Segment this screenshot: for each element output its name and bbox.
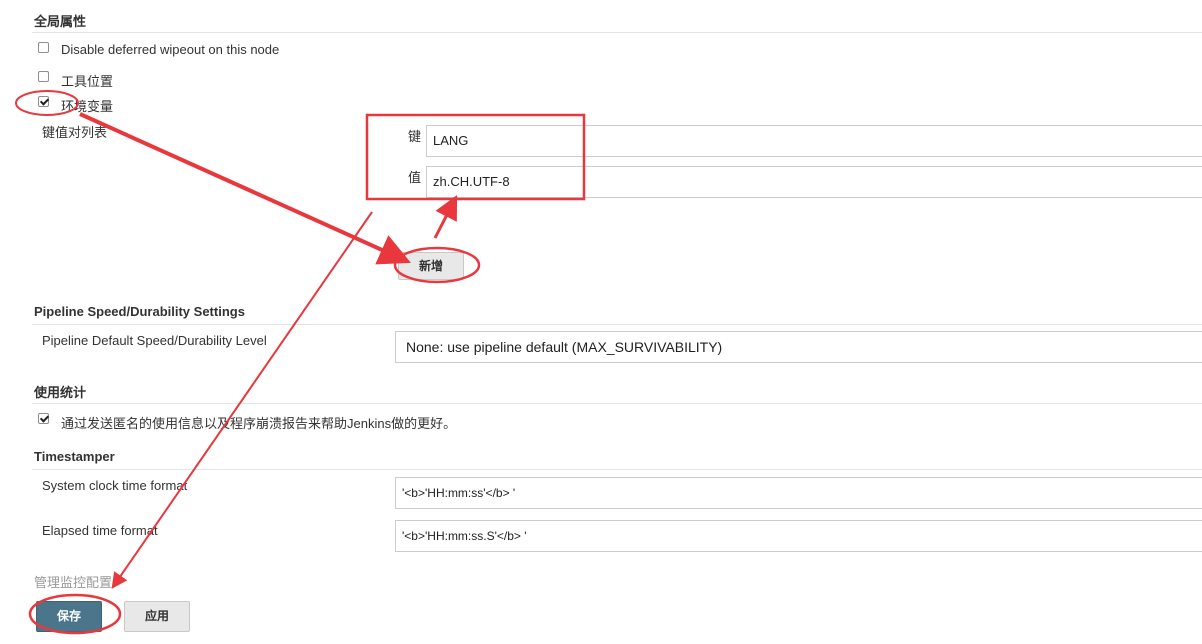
tool-location-label: 工具位置 <box>61 74 114 89</box>
section-divider <box>32 403 1202 404</box>
usage-report-checkbox[interactable] <box>38 413 49 424</box>
add-button[interactable]: 新增 <box>398 252 464 280</box>
kv-list-label: 键值对列表 <box>42 125 108 140</box>
env-vars-checkbox[interactable] <box>38 96 49 107</box>
disable-wipeout-label: Disable deferred wipeout on this node <box>61 42 280 57</box>
disable-wipeout-checkbox[interactable] <box>38 42 49 53</box>
section-title-usage: 使用统计 <box>34 385 87 400</box>
clock-format-label: System clock time format <box>42 478 188 493</box>
elapsed-format-input[interactable]: '<b>'HH:mm:ss.S'</b> ' <box>395 520 1202 552</box>
env-vars-label: 环境变量 <box>61 99 114 114</box>
section-divider <box>32 469 1202 470</box>
tool-location-checkbox[interactable] <box>38 71 49 82</box>
value-label: 值 <box>408 170 422 185</box>
durability-level-select[interactable]: None: use pipeline default (MAX_SURVIVAB… <box>395 331 1202 363</box>
annotation-arrow-to-add <box>79 112 411 265</box>
annotation-arrow-to-kv <box>433 194 458 239</box>
usage-report-label: 通过发送匿名的使用信息以及程序崩溃报告来帮助Jenkins做的更好。 <box>61 416 457 431</box>
apply-button[interactable]: 应用 <box>124 601 190 632</box>
section-title-global-properties: 全局属性 <box>34 14 87 29</box>
section-title-pipeline: Pipeline Speed/Durability Settings <box>34 304 245 319</box>
durability-level-label: Pipeline Default Speed/Durability Level <box>42 333 267 348</box>
env-value-input[interactable]: zh.CH.UTF-8 <box>426 166 1202 198</box>
section-title-timestamper: Timestamper <box>34 449 115 464</box>
env-key-input[interactable]: LANG <box>426 125 1202 157</box>
section-title-monitor: 管理监控配置 <box>34 575 113 590</box>
clock-format-input[interactable]: '<b>'HH:mm:ss'</b> ' <box>395 477 1202 509</box>
save-button[interactable]: 保存 <box>36 601 102 632</box>
key-label: 键 <box>408 129 422 144</box>
section-divider <box>32 32 1202 33</box>
section-divider <box>32 324 1202 325</box>
elapsed-format-label: Elapsed time format <box>42 523 158 538</box>
